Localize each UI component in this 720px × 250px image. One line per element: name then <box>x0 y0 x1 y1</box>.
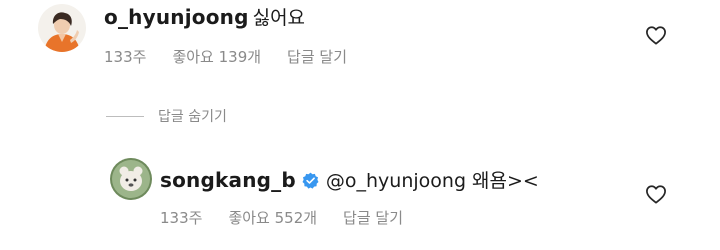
comment-text: @o_hyunjoong 왜욤>< <box>325 170 539 192</box>
username-link[interactable]: songkang_b <box>160 168 296 192</box>
comment-line: o_hyunjoong 싫어요 <box>104 4 305 31</box>
comment-meta: 133주 좋아요 139개 답글 달기 <box>104 46 373 67</box>
reply-button[interactable]: 답글 달기 <box>343 207 403 228</box>
likes-count[interactable]: 좋아요 552개 <box>228 207 317 228</box>
comment-time[interactable]: 133주 <box>160 207 202 228</box>
comment-text: 싫어요 <box>252 7 306 29</box>
username-link[interactable]: o_hyunjoong <box>104 5 249 29</box>
likes-count[interactable]: 좋아요 139개 <box>172 46 261 67</box>
reply-button[interactable]: 답글 달기 <box>287 46 347 67</box>
comment-meta: 133주 좋아요 552개 답글 달기 <box>160 207 429 228</box>
reply-item: songkang_b @o_hyunjoong 왜욤>< 133주 좋아요 552… <box>0 145 720 250</box>
avatar[interactable] <box>38 4 86 52</box>
comment-item: o_hyunjoong 싫어요 133주 좋아요 139개 답글 달기 <box>0 0 720 96</box>
hide-replies-label: 답글 숨기기 <box>158 109 227 125</box>
avatar[interactable] <box>110 158 152 200</box>
comment-line: songkang_b @o_hyunjoong 왜욤>< <box>160 167 539 194</box>
heart-outline-icon[interactable] <box>645 184 667 204</box>
hide-replies-button[interactable]: 답글 숨기기 <box>106 106 227 126</box>
verified-badge-icon <box>302 172 319 189</box>
divider-line <box>106 115 144 117</box>
comment-time[interactable]: 133주 <box>104 46 146 67</box>
heart-outline-icon[interactable] <box>645 25 667 45</box>
